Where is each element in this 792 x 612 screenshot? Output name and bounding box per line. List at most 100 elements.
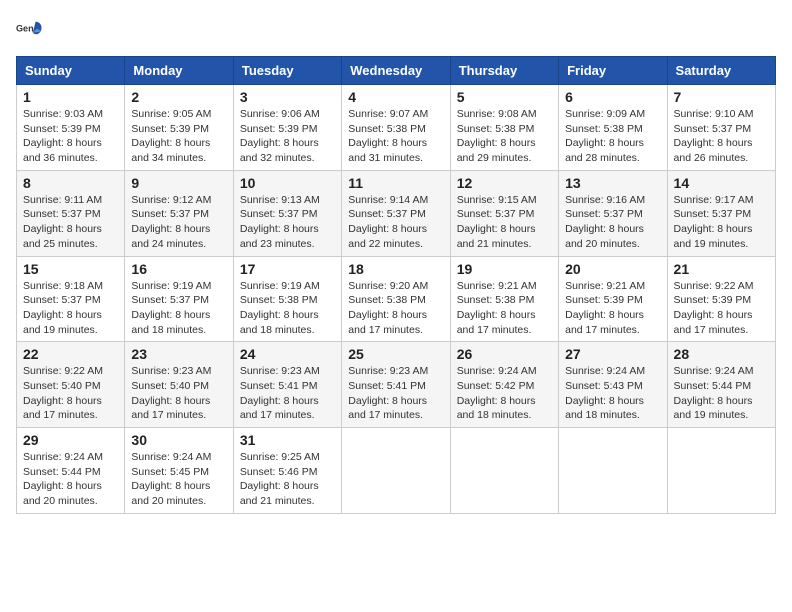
calendar-cell	[667, 428, 775, 514]
day-detail: Sunrise: 9:24 AMSunset: 5:45 PMDaylight:…	[131, 451, 211, 507]
day-number: 8	[23, 175, 118, 191]
calendar-cell: 13 Sunrise: 9:16 AMSunset: 5:37 PMDaylig…	[559, 170, 667, 256]
day-detail: Sunrise: 9:15 AMSunset: 5:37 PMDaylight:…	[457, 194, 537, 250]
day-number: 30	[131, 432, 226, 448]
day-number: 28	[674, 346, 769, 362]
calendar-cell: 31 Sunrise: 9:25 AMSunset: 5:46 PMDaylig…	[233, 428, 341, 514]
day-of-week-header: Friday	[559, 57, 667, 85]
calendar-cell: 10 Sunrise: 9:13 AMSunset: 5:37 PMDaylig…	[233, 170, 341, 256]
day-detail: Sunrise: 9:24 AMSunset: 5:42 PMDaylight:…	[457, 365, 537, 421]
calendar-cell: 26 Sunrise: 9:24 AMSunset: 5:42 PMDaylig…	[450, 342, 558, 428]
logo: Gen	[16, 16, 48, 44]
calendar-cell: 24 Sunrise: 9:23 AMSunset: 5:41 PMDaylig…	[233, 342, 341, 428]
calendar-cell: 21 Sunrise: 9:22 AMSunset: 5:39 PMDaylig…	[667, 256, 775, 342]
header: Gen	[16, 16, 776, 44]
day-of-week-header: Saturday	[667, 57, 775, 85]
calendar-cell: 16 Sunrise: 9:19 AMSunset: 5:37 PMDaylig…	[125, 256, 233, 342]
day-of-week-header: Thursday	[450, 57, 558, 85]
day-detail: Sunrise: 9:19 AMSunset: 5:37 PMDaylight:…	[131, 280, 211, 336]
day-of-week-header: Tuesday	[233, 57, 341, 85]
calendar-cell: 7 Sunrise: 9:10 AMSunset: 5:37 PMDayligh…	[667, 85, 775, 171]
day-detail: Sunrise: 9:22 AMSunset: 5:40 PMDaylight:…	[23, 365, 103, 421]
day-detail: Sunrise: 9:17 AMSunset: 5:37 PMDaylight:…	[674, 194, 754, 250]
calendar-cell: 22 Sunrise: 9:22 AMSunset: 5:40 PMDaylig…	[17, 342, 125, 428]
day-number: 2	[131, 89, 226, 105]
calendar-cell: 25 Sunrise: 9:23 AMSunset: 5:41 PMDaylig…	[342, 342, 450, 428]
calendar-cell: 20 Sunrise: 9:21 AMSunset: 5:39 PMDaylig…	[559, 256, 667, 342]
day-number: 25	[348, 346, 443, 362]
day-number: 14	[674, 175, 769, 191]
calendar-cell: 19 Sunrise: 9:21 AMSunset: 5:38 PMDaylig…	[450, 256, 558, 342]
day-detail: Sunrise: 9:12 AMSunset: 5:37 PMDaylight:…	[131, 194, 211, 250]
day-detail: Sunrise: 9:22 AMSunset: 5:39 PMDaylight:…	[674, 280, 754, 336]
day-number: 31	[240, 432, 335, 448]
calendar-cell: 12 Sunrise: 9:15 AMSunset: 5:37 PMDaylig…	[450, 170, 558, 256]
svg-text:Gen: Gen	[16, 23, 34, 33]
day-of-week-header: Sunday	[17, 57, 125, 85]
day-detail: Sunrise: 9:18 AMSunset: 5:37 PMDaylight:…	[23, 280, 103, 336]
day-number: 16	[131, 261, 226, 277]
day-of-week-header: Monday	[125, 57, 233, 85]
calendar-cell: 1 Sunrise: 9:03 AMSunset: 5:39 PMDayligh…	[17, 85, 125, 171]
calendar-cell: 9 Sunrise: 9:12 AMSunset: 5:37 PMDayligh…	[125, 170, 233, 256]
day-number: 10	[240, 175, 335, 191]
day-number: 22	[23, 346, 118, 362]
day-detail: Sunrise: 9:24 AMSunset: 5:44 PMDaylight:…	[23, 451, 103, 507]
calendar-cell: 4 Sunrise: 9:07 AMSunset: 5:38 PMDayligh…	[342, 85, 450, 171]
calendar-cell: 3 Sunrise: 9:06 AMSunset: 5:39 PMDayligh…	[233, 85, 341, 171]
day-number: 18	[348, 261, 443, 277]
day-detail: Sunrise: 9:23 AMSunset: 5:41 PMDaylight:…	[348, 365, 428, 421]
day-detail: Sunrise: 9:25 AMSunset: 5:46 PMDaylight:…	[240, 451, 320, 507]
calendar-cell	[342, 428, 450, 514]
day-detail: Sunrise: 9:16 AMSunset: 5:37 PMDaylight:…	[565, 194, 645, 250]
calendar-cell: 28 Sunrise: 9:24 AMSunset: 5:44 PMDaylig…	[667, 342, 775, 428]
calendar-cell: 17 Sunrise: 9:19 AMSunset: 5:38 PMDaylig…	[233, 256, 341, 342]
day-detail: Sunrise: 9:20 AMSunset: 5:38 PMDaylight:…	[348, 280, 428, 336]
calendar-cell: 14 Sunrise: 9:17 AMSunset: 5:37 PMDaylig…	[667, 170, 775, 256]
calendar-cell: 11 Sunrise: 9:14 AMSunset: 5:37 PMDaylig…	[342, 170, 450, 256]
calendar-cell: 18 Sunrise: 9:20 AMSunset: 5:38 PMDaylig…	[342, 256, 450, 342]
calendar-cell: 15 Sunrise: 9:18 AMSunset: 5:37 PMDaylig…	[17, 256, 125, 342]
calendar-cell: 23 Sunrise: 9:23 AMSunset: 5:40 PMDaylig…	[125, 342, 233, 428]
day-of-week-header: Wednesday	[342, 57, 450, 85]
calendar-cell	[450, 428, 558, 514]
day-number: 9	[131, 175, 226, 191]
day-detail: Sunrise: 9:21 AMSunset: 5:39 PMDaylight:…	[565, 280, 645, 336]
calendar-cell: 30 Sunrise: 9:24 AMSunset: 5:45 PMDaylig…	[125, 428, 233, 514]
day-number: 29	[23, 432, 118, 448]
day-number: 21	[674, 261, 769, 277]
day-number: 15	[23, 261, 118, 277]
day-detail: Sunrise: 9:21 AMSunset: 5:38 PMDaylight:…	[457, 280, 537, 336]
day-detail: Sunrise: 9:24 AMSunset: 5:43 PMDaylight:…	[565, 365, 645, 421]
day-number: 27	[565, 346, 660, 362]
day-detail: Sunrise: 9:09 AMSunset: 5:38 PMDaylight:…	[565, 108, 645, 164]
calendar-cell	[559, 428, 667, 514]
calendar-cell: 6 Sunrise: 9:09 AMSunset: 5:38 PMDayligh…	[559, 85, 667, 171]
calendar-cell: 5 Sunrise: 9:08 AMSunset: 5:38 PMDayligh…	[450, 85, 558, 171]
day-number: 24	[240, 346, 335, 362]
day-detail: Sunrise: 9:07 AMSunset: 5:38 PMDaylight:…	[348, 108, 428, 164]
day-detail: Sunrise: 9:14 AMSunset: 5:37 PMDaylight:…	[348, 194, 428, 250]
day-number: 13	[565, 175, 660, 191]
day-detail: Sunrise: 9:23 AMSunset: 5:40 PMDaylight:…	[131, 365, 211, 421]
day-detail: Sunrise: 9:19 AMSunset: 5:38 PMDaylight:…	[240, 280, 320, 336]
day-number: 12	[457, 175, 552, 191]
day-detail: Sunrise: 9:11 AMSunset: 5:37 PMDaylight:…	[23, 194, 102, 250]
day-number: 5	[457, 89, 552, 105]
day-number: 3	[240, 89, 335, 105]
day-number: 1	[23, 89, 118, 105]
day-detail: Sunrise: 9:13 AMSunset: 5:37 PMDaylight:…	[240, 194, 320, 250]
day-number: 23	[131, 346, 226, 362]
day-number: 11	[348, 175, 443, 191]
day-number: 19	[457, 261, 552, 277]
day-detail: Sunrise: 9:03 AMSunset: 5:39 PMDaylight:…	[23, 108, 103, 164]
calendar-cell: 2 Sunrise: 9:05 AMSunset: 5:39 PMDayligh…	[125, 85, 233, 171]
day-detail: Sunrise: 9:06 AMSunset: 5:39 PMDaylight:…	[240, 108, 320, 164]
day-number: 7	[674, 89, 769, 105]
calendar-cell: 29 Sunrise: 9:24 AMSunset: 5:44 PMDaylig…	[17, 428, 125, 514]
day-number: 26	[457, 346, 552, 362]
day-detail: Sunrise: 9:08 AMSunset: 5:38 PMDaylight:…	[457, 108, 537, 164]
day-detail: Sunrise: 9:05 AMSunset: 5:39 PMDaylight:…	[131, 108, 211, 164]
day-detail: Sunrise: 9:23 AMSunset: 5:41 PMDaylight:…	[240, 365, 320, 421]
day-detail: Sunrise: 9:24 AMSunset: 5:44 PMDaylight:…	[674, 365, 754, 421]
